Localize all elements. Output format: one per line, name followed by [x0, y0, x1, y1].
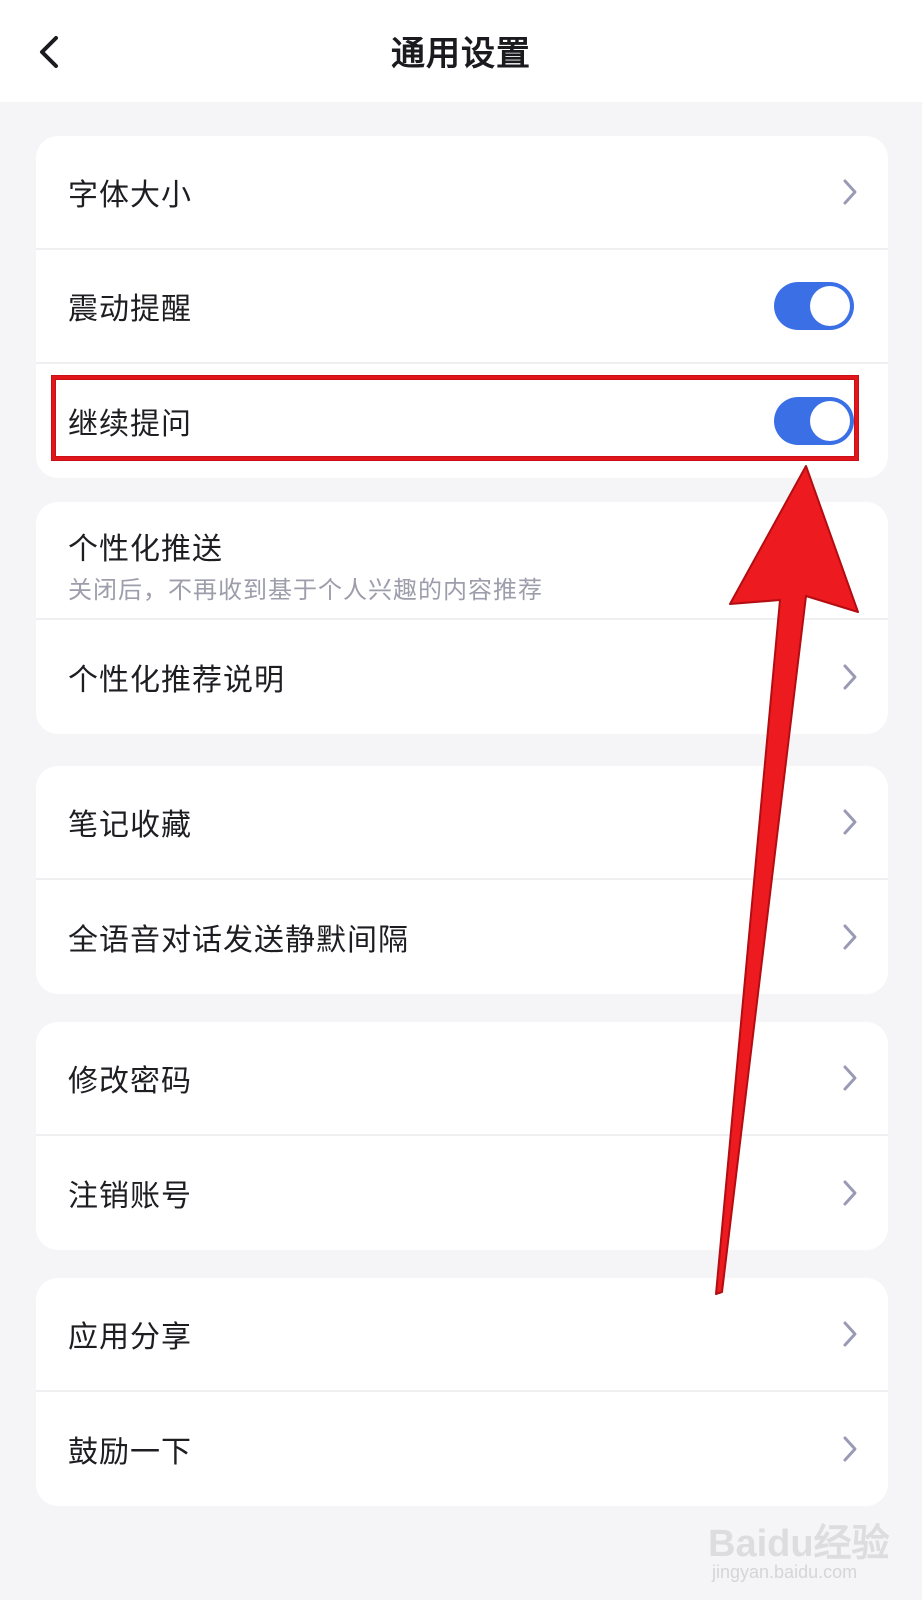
watermark-url: jingyan.baidu.com — [712, 1562, 858, 1582]
watermark-brand: Baidu经验 — [708, 1523, 890, 1565]
annotation-arrow-icon — [715, 465, 859, 1295]
